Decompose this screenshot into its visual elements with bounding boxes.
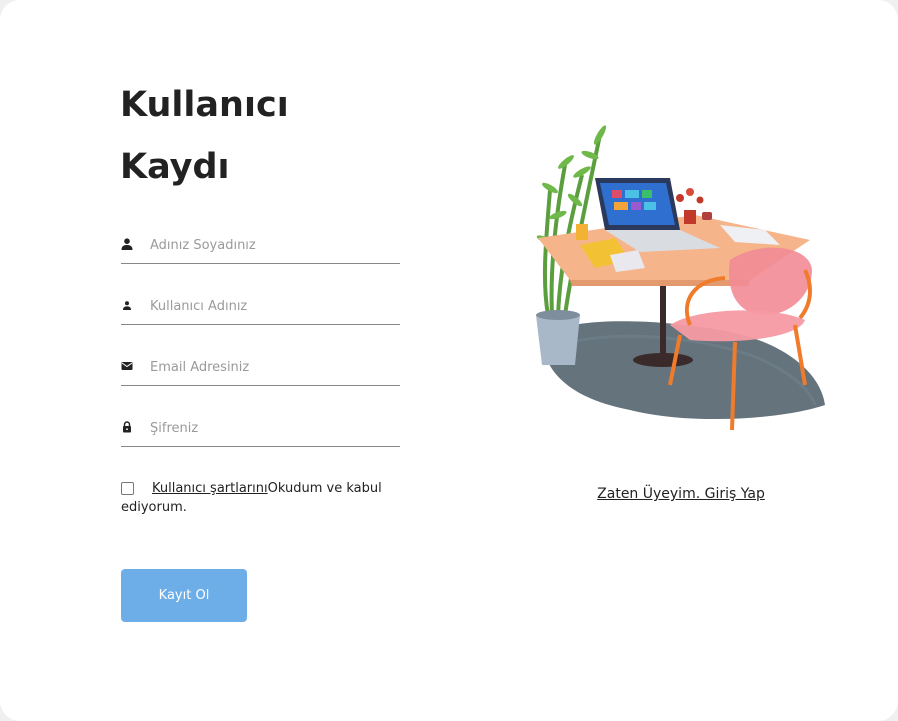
- terms-text: Kullanıcı şartlarınıOkudum ve kabul ediy…: [121, 479, 396, 517]
- username-field: [121, 290, 400, 325]
- desk-illustration: [536, 125, 825, 431]
- fullname-field: [121, 229, 400, 264]
- user-small-icon: [123, 301, 131, 310]
- username-input[interactable]: [150, 294, 395, 318]
- user-icon: [121, 238, 133, 250]
- password-field: [121, 412, 400, 447]
- terms-agreement: Kullanıcı şartlarınıOkudum ve kabul ediy…: [121, 479, 396, 517]
- fullname-input[interactable]: [150, 233, 395, 257]
- page-title: Kullanıcı Kaydı: [120, 74, 370, 198]
- title-line-1: Kullanıcı: [120, 85, 289, 125]
- email-field: [121, 351, 400, 386]
- envelope-icon: [121, 362, 133, 370]
- register-button[interactable]: Kayıt Ol: [121, 569, 247, 622]
- lock-icon: [123, 421, 131, 433]
- terms-link[interactable]: Kullanıcı şartlarını: [152, 481, 268, 496]
- login-link[interactable]: Zaten Üyeyim. Giriş Yap: [560, 486, 802, 502]
- title-line-2: Kaydı: [120, 147, 230, 187]
- terms-checkbox[interactable]: [121, 482, 134, 495]
- register-card: Kullanıcı Kaydı Adınız Soyadınız Kullanı…: [0, 0, 898, 721]
- email-input[interactable]: [150, 355, 395, 379]
- password-input[interactable]: [150, 416, 395, 440]
